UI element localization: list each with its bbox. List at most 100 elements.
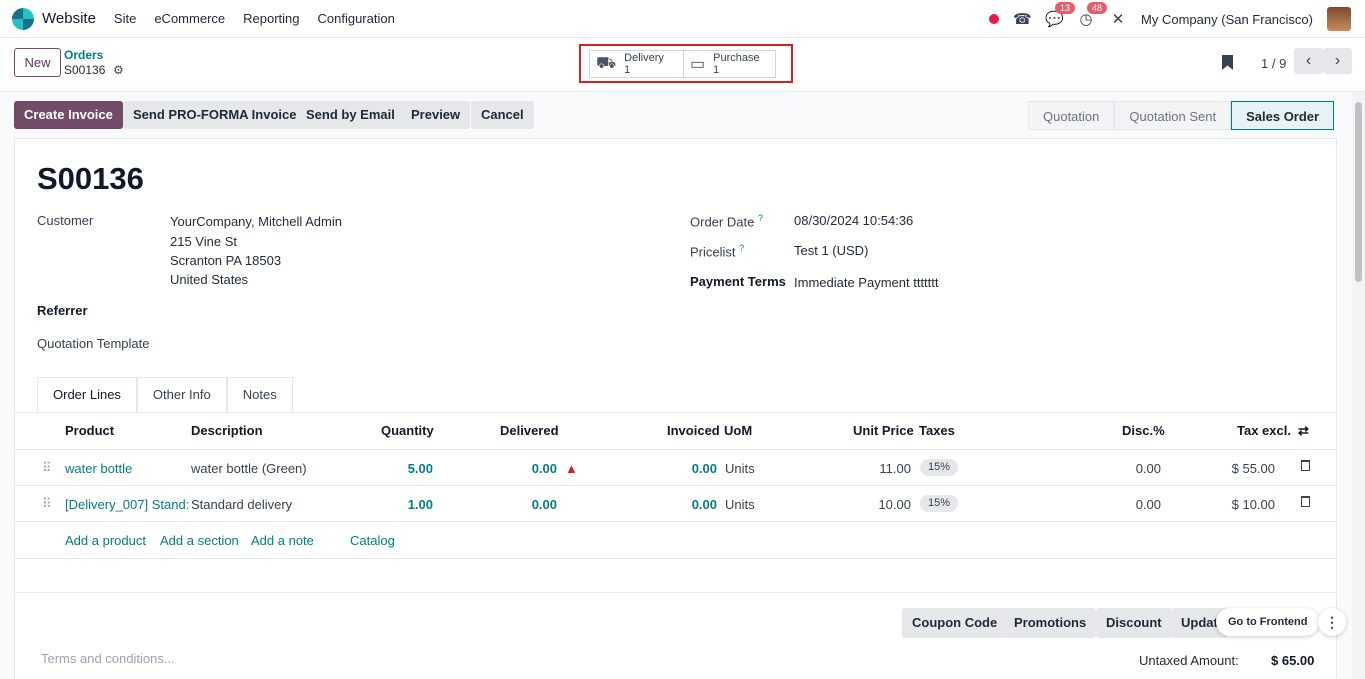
row-uom[interactable]: Units [725, 497, 755, 512]
company-switcher[interactable]: My Company (San Francisco) [1141, 12, 1313, 27]
add-product-link[interactable]: Add a product [65, 533, 146, 548]
purchase-label: Purchase [713, 52, 760, 64]
row-uom[interactable]: Units [725, 461, 755, 476]
row-quantity[interactable]: 5.00 [385, 461, 433, 476]
address-line3: United States [170, 272, 249, 287]
drag-handle-icon[interactable]: ⠿ [42, 496, 51, 512]
col-product[interactable]: Product [65, 423, 114, 438]
help-icon[interactable]: ? [739, 243, 744, 253]
row-delivered[interactable]: 0.00 [509, 461, 557, 476]
add-note-link[interactable]: Add a note [251, 533, 314, 548]
customer-link[interactable]: YourCompany, Mitchell Admin [170, 214, 342, 229]
drag-handle-icon[interactable]: ⠿ [42, 460, 51, 476]
control-panel: New Orders S00136 ⚙ ⛟ Delivery 1 ▭ Purcha… [0, 38, 1365, 92]
order-date-value[interactable]: 08/30/2024 10:54:36 [794, 213, 913, 228]
truck-icon: ⛟ [596, 55, 617, 72]
notebook-tabs: Order Lines Other Info Notes [37, 377, 293, 413]
user-avatar[interactable] [1327, 7, 1351, 31]
forecast-chart-icon[interactable]: ▲ [565, 461, 578, 476]
row-subtotal: $ 10.00 [1231, 497, 1275, 512]
col-uom[interactable]: UoM [724, 423, 752, 438]
catalog-link[interactable]: Catalog [350, 533, 395, 548]
stage-sales-order[interactable]: Sales Order [1231, 101, 1335, 130]
gear-icon[interactable]: ⚙ [113, 63, 124, 77]
row-invoiced: 0.00 [691, 461, 717, 476]
col-unit-price[interactable]: Unit Price [853, 423, 914, 438]
row-disc[interactable]: 0.00 [1101, 497, 1161, 512]
bookmark-icon[interactable] [1222, 55, 1233, 70]
row-tax-badge[interactable]: 15% [920, 495, 959, 512]
promotions-button[interactable]: Promotions [1004, 608, 1097, 638]
pager-previous-button[interactable]: ‹ [1294, 48, 1323, 74]
phone-icon[interactable]: ☎ [1013, 10, 1032, 28]
tab-order-lines[interactable]: Order Lines [37, 377, 137, 413]
row-unit-price[interactable]: 11.00 [851, 461, 911, 476]
menu-reporting[interactable]: Reporting [243, 11, 299, 26]
send-email-button[interactable]: Send by Email [296, 101, 405, 129]
row-description[interactable]: water bottle (Green) [191, 461, 307, 476]
messages-icon[interactable]: 💬 13 [1045, 2, 1076, 28]
row-invoiced: 0.00 [691, 497, 717, 512]
purchase-smart-button[interactable]: ▭ Purchase 1 [683, 50, 776, 78]
row-product[interactable]: [Delivery_007] Stand: [65, 497, 189, 512]
more-options-icon[interactable]: ⋮ [1318, 608, 1346, 636]
trash-icon[interactable] [1301, 496, 1310, 507]
row-tax-badge[interactable]: 15% [920, 459, 959, 476]
col-invoiced[interactable]: Invoiced [667, 423, 720, 438]
activities-clock-icon[interactable]: ◷ 48 [1077, 2, 1108, 28]
optional-columns-icon[interactable]: ⇄ [1298, 423, 1309, 439]
table-row[interactable]: ⠿ water bottle water bottle (Green) 5.00… [15, 449, 1336, 485]
help-icon[interactable]: ? [758, 213, 763, 223]
tab-notes[interactable]: Notes [226, 377, 293, 413]
go-to-frontend-button[interactable]: Go to Frontend [1216, 608, 1320, 636]
app-name[interactable]: Website [42, 10, 96, 27]
menu-configuration[interactable]: Configuration [318, 11, 395, 26]
smart-buttons-highlight: ⛟ Delivery 1 ▭ Purchase 1 [579, 44, 793, 83]
payment-terms-value[interactable]: Immediate Payment ttttttt [794, 275, 939, 290]
breadcrumb-orders[interactable]: Orders [64, 48, 103, 62]
debug-tools-icon[interactable]: ✕ [1109, 10, 1127, 28]
messages-badge: 13 [1055, 2, 1076, 14]
col-description[interactable]: Description [191, 423, 263, 438]
new-button[interactable]: New [14, 48, 61, 77]
table-row[interactable]: ⠿ [Delivery_007] Stand: Standard deliver… [15, 485, 1336, 521]
trash-icon[interactable] [1301, 460, 1310, 471]
customer-label: Customer [37, 213, 94, 228]
row-product[interactable]: water bottle [65, 461, 132, 476]
cancel-button[interactable]: Cancel [471, 101, 534, 129]
coupon-code-button[interactable]: Coupon Code [902, 608, 1008, 638]
terms-input[interactable]: Terms and conditions... [41, 651, 175, 666]
col-quantity[interactable]: Quantity [381, 423, 434, 438]
purchase-count: 1 [713, 64, 720, 76]
recording-indicator-icon[interactable] [989, 14, 1000, 24]
add-section-link[interactable]: Add a section [160, 533, 239, 548]
menu-site[interactable]: Site [114, 11, 136, 26]
credit-card-icon: ▭ [690, 56, 706, 73]
page-scrollbar[interactable] [1352, 92, 1365, 679]
row-description[interactable]: Standard delivery [191, 497, 292, 512]
row-unit-price[interactable]: 10.00 [851, 497, 911, 512]
scrollbar-thumb[interactable] [1355, 102, 1362, 282]
row-delivered[interactable]: 0.00 [509, 497, 557, 512]
create-invoice-button[interactable]: Create Invoice [14, 101, 123, 129]
row-quantity[interactable]: 1.00 [385, 497, 433, 512]
pricelist-value[interactable]: Test 1 (USD) [794, 243, 868, 258]
col-delivered[interactable]: Delivered [500, 423, 559, 438]
row-disc[interactable]: 0.00 [1101, 461, 1161, 476]
quotation-template-label: Quotation Template [37, 336, 150, 351]
row-subtotal: $ 55.00 [1231, 461, 1275, 476]
send-proforma-button[interactable]: Send PRO-FORMA Invoice [123, 101, 307, 129]
app-logo-icon[interactable] [12, 7, 34, 30]
stage-quotation[interactable]: Quotation [1028, 101, 1115, 130]
preview-button[interactable]: Preview [401, 101, 471, 129]
stage-quotation-sent[interactable]: Quotation Sent [1114, 101, 1232, 130]
pager-next-button[interactable]: › [1323, 48, 1352, 74]
col-disc[interactable]: Disc.% [1122, 423, 1165, 438]
menu-ecommerce[interactable]: eCommerce [154, 11, 225, 26]
col-tax-excl[interactable]: Tax excl. [1237, 423, 1291, 438]
discount-button[interactable]: Discount [1096, 608, 1172, 638]
delivery-smart-button[interactable]: ⛟ Delivery 1 [589, 50, 684, 78]
tab-other-info[interactable]: Other Info [136, 377, 227, 413]
col-taxes[interactable]: Taxes [919, 423, 955, 438]
pager-value[interactable]: 1 / 9 [1261, 56, 1286, 71]
